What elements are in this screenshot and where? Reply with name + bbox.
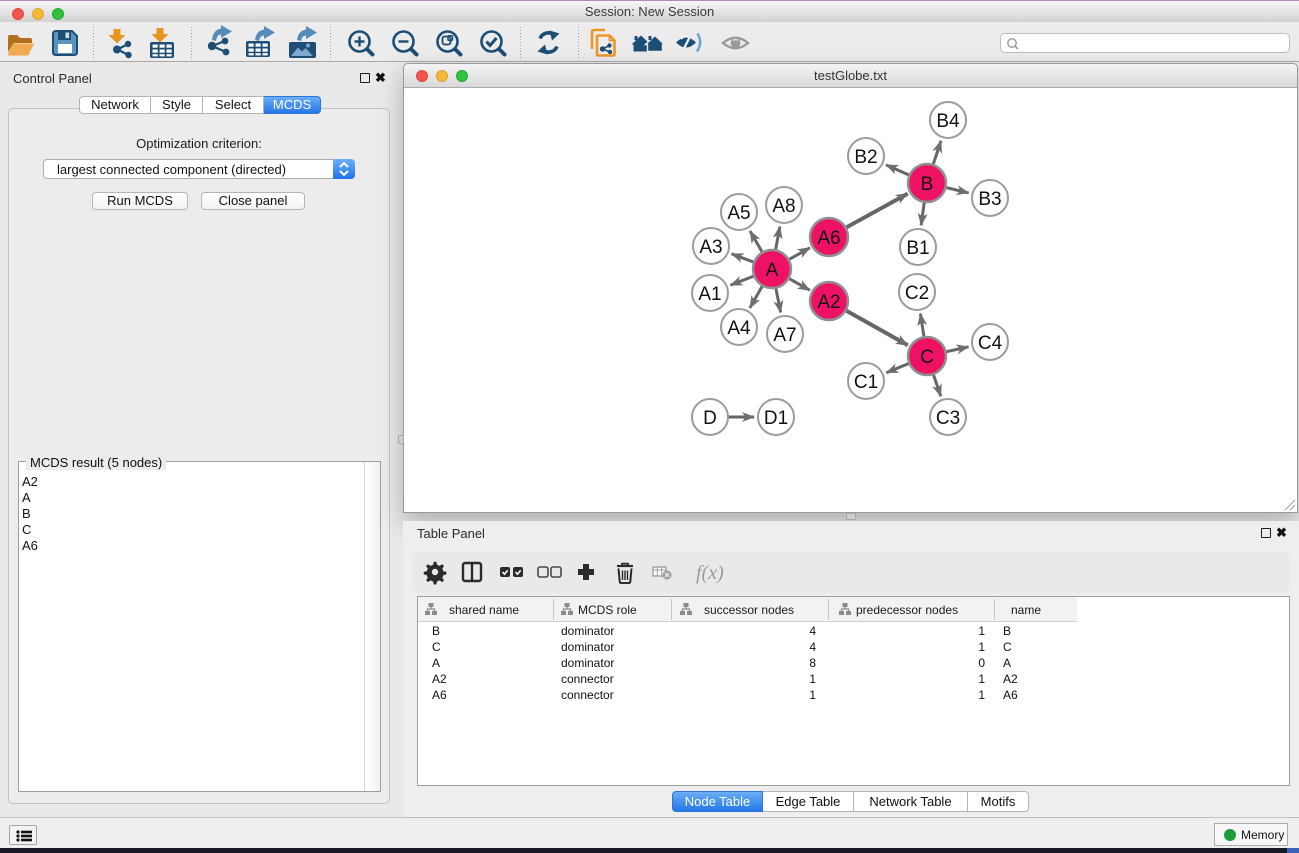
svg-text:B4: B4 xyxy=(936,111,960,132)
svg-text:C3: C3 xyxy=(936,408,960,429)
svg-text:B2: B2 xyxy=(854,147,877,168)
svg-text:f(x): f(x) xyxy=(696,562,724,584)
svg-text:A2: A2 xyxy=(817,292,840,313)
svg-text:C2: C2 xyxy=(905,283,929,304)
svg-text:B: B xyxy=(921,174,934,195)
svg-text:A8: A8 xyxy=(772,196,795,217)
svg-text:A3: A3 xyxy=(699,237,722,258)
svg-text:B1: B1 xyxy=(906,238,929,259)
svg-text:B3: B3 xyxy=(978,189,1001,210)
svg-text:C1: C1 xyxy=(854,372,878,393)
svg-text:A5: A5 xyxy=(727,203,750,224)
svg-text:A6: A6 xyxy=(817,228,840,249)
svg-text:D: D xyxy=(703,408,717,429)
svg-text:A4: A4 xyxy=(727,318,751,339)
svg-text:A1: A1 xyxy=(698,284,721,305)
svg-text:C: C xyxy=(920,347,934,368)
svg-text:D1: D1 xyxy=(764,408,788,429)
svg-text:A: A xyxy=(766,260,779,281)
svg-text:C4: C4 xyxy=(978,333,1003,354)
svg-text:A7: A7 xyxy=(773,325,796,346)
